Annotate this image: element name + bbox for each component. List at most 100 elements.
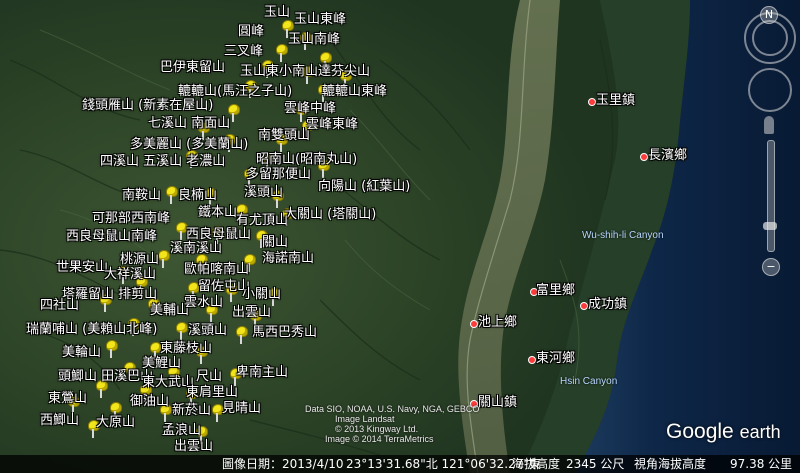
peak-label: 有尤頂山 bbox=[236, 213, 289, 228]
peak-label: 玉山東小南山達芬尖山 bbox=[240, 64, 371, 79]
peak-pin[interactable] bbox=[176, 322, 188, 340]
peak-pin[interactable] bbox=[176, 222, 188, 240]
peak-label: 錢頭雁山 (新素在屋山) bbox=[82, 98, 214, 113]
peak-label: 轆轆山東峰 bbox=[322, 84, 388, 99]
peak-label: 溪南溪山 bbox=[170, 241, 223, 256]
logo-product: earth bbox=[739, 422, 781, 442]
move-ring[interactable] bbox=[748, 68, 792, 112]
peak-label: 玉山 bbox=[264, 5, 291, 20]
peak-label: 卑南主山 bbox=[236, 365, 289, 380]
google-earth-logo: Google earth bbox=[666, 420, 781, 444]
peak-pin[interactable] bbox=[236, 326, 248, 344]
peak-label: 美輪山 bbox=[62, 345, 102, 360]
peak-label: 昭南山(昭南丸山) bbox=[256, 152, 358, 167]
town-label: 長濱鄉 bbox=[648, 148, 688, 163]
peak-label: 西良母鼠山 bbox=[186, 227, 252, 242]
zoom-out-button[interactable]: − bbox=[762, 258, 780, 276]
peak-label: 巴伊東留山 bbox=[160, 60, 226, 75]
peak-label: 可那部西南峰 bbox=[92, 211, 171, 226]
image-date: 圖像日期：2013/4/10 bbox=[222, 457, 344, 471]
peak-label: 出雲山 bbox=[174, 439, 214, 454]
peak-label: 玉山南峰 bbox=[288, 32, 341, 47]
peak-label: 南鞍山 bbox=[122, 188, 162, 203]
town-marker[interactable] bbox=[470, 320, 478, 328]
eye-altitude-label: 視角海拔高度 bbox=[634, 457, 707, 471]
zoom-slider-track[interactable] bbox=[767, 140, 775, 252]
peak-label: 見晴山 bbox=[222, 401, 262, 416]
navigation-controls[interactable]: N + − bbox=[740, 0, 800, 300]
peak-label: 多留那便山 bbox=[246, 167, 312, 182]
eye-altitude-value: 97.38 公里 bbox=[730, 457, 793, 471]
town-label: 池上鄉 bbox=[478, 315, 518, 330]
canyon-label: Hsin Canyon bbox=[560, 376, 618, 387]
peak-label: 新菸山 bbox=[172, 403, 212, 418]
town-marker[interactable] bbox=[640, 153, 648, 161]
peak-label: 玉山東峰 bbox=[294, 12, 347, 27]
town-label: 成功鎮 bbox=[588, 297, 628, 312]
peak-label: 東肩里山 bbox=[186, 385, 239, 400]
town-label: 富里鄉 bbox=[536, 283, 576, 298]
peak-label: 大原山 bbox=[96, 415, 136, 430]
peak-pin[interactable] bbox=[106, 340, 118, 358]
town-label: 關山鎮 bbox=[478, 395, 518, 410]
peak-pin[interactable] bbox=[166, 186, 178, 204]
peak-label: 西鯽山 bbox=[40, 413, 80, 428]
peak-label: 七溪山 南面山 bbox=[148, 116, 231, 131]
peak-pin[interactable] bbox=[212, 404, 224, 422]
peak-label: 馬西巴秀山 bbox=[252, 325, 318, 340]
peak-label: 瑞蘭哺山 (美賴山北峰) bbox=[26, 322, 158, 337]
logo-brand: Google bbox=[666, 420, 734, 443]
peak-label: 雲峰東峰 bbox=[306, 117, 359, 132]
map-view[interactable]: 玉山 玉山東峰 圓峰 玉山南峰 三叉峰 巴伊東留山 玉山東小南山達芬尖山 轆轆山… bbox=[0, 0, 800, 473]
peak-label: 出雲山 bbox=[232, 305, 272, 320]
town-label: 玉里鎮 bbox=[596, 93, 636, 108]
peak-pin[interactable] bbox=[276, 44, 288, 62]
town-marker[interactable] bbox=[588, 98, 596, 106]
peak-label: 歐帕喀南山 bbox=[184, 262, 250, 277]
peak-label: 孟浪山 bbox=[162, 423, 202, 438]
peak-label: 南雙頭山 bbox=[258, 128, 311, 143]
street-view-icon[interactable] bbox=[764, 116, 774, 134]
peak-label: 良楠山 bbox=[178, 188, 218, 203]
peak-label: 雲水山 bbox=[184, 295, 224, 310]
peak-label: 頭鯽山 田溪巴山 bbox=[58, 369, 154, 384]
peak-label: 大祥溪山 bbox=[104, 267, 157, 282]
peak-label: 小關山 bbox=[242, 287, 282, 302]
elevation-label: 海拔高度 bbox=[512, 457, 561, 471]
peak-label: 向陽山 (紅葉山) bbox=[318, 179, 411, 194]
peak-label: 東藤枝山 bbox=[160, 341, 213, 356]
peak-label: 四社山 bbox=[40, 298, 80, 313]
credit-line: Image Landsat bbox=[335, 414, 395, 424]
peak-label: 東鶯山 bbox=[48, 391, 88, 406]
peak-label: 轆轆山(馬汪之子山) bbox=[178, 84, 293, 99]
peak-label: 御油山 bbox=[130, 394, 170, 409]
peak-label: 四溪山 五溪山 老濃山 bbox=[100, 154, 226, 169]
credit-line: © 2013 Kingway Ltd. bbox=[335, 424, 419, 434]
imagery-credits: Data SIO, NOAA, U.S. Navy, NGA, GEBCO Im… bbox=[305, 404, 479, 444]
town-marker[interactable] bbox=[528, 356, 536, 364]
elevation-value: 2345 公尺 bbox=[566, 457, 625, 471]
eye-icon[interactable] bbox=[752, 20, 788, 56]
town-label: 東河鄉 bbox=[536, 351, 576, 366]
peak-label: 多美麗山 (多美蘭山) bbox=[130, 137, 249, 152]
peak-label: 鐵本山 bbox=[198, 205, 238, 220]
status-bar: 圖像日期：2013/4/10 23°13'31.68"北 121°06'32.2… bbox=[0, 455, 800, 473]
peak-label: 西良母鼠山南峰 bbox=[66, 229, 158, 244]
peak-label: 世果安山 bbox=[56, 260, 109, 275]
credit-line: Data SIO, NOAA, U.S. Navy, NGA, GEBCO bbox=[305, 404, 480, 414]
peak-label: 海諾南山 bbox=[262, 251, 315, 266]
town-marker[interactable] bbox=[580, 302, 588, 310]
peak-label: 溪頭山 bbox=[244, 185, 284, 200]
canyon-label: Wu-shih-li Canyon bbox=[582, 230, 664, 241]
peak-label: 關山 bbox=[262, 235, 289, 250]
peak-label: 尺山 bbox=[196, 369, 223, 384]
peak-label: 圓峰 bbox=[238, 24, 265, 39]
peak-label: 雲峰中峰 bbox=[284, 101, 337, 116]
credit-line: Image © 2014 TerraMetrics bbox=[325, 434, 434, 444]
peak-label: 溪頭山 bbox=[188, 323, 228, 338]
zoom-slider-thumb[interactable] bbox=[763, 222, 777, 230]
peak-label: 三叉峰 bbox=[224, 44, 264, 59]
peak-label: 桃源山 bbox=[120, 252, 160, 267]
peak-label: 大關山 (塔關山) bbox=[284, 207, 377, 222]
peak-pin[interactable] bbox=[158, 250, 170, 268]
